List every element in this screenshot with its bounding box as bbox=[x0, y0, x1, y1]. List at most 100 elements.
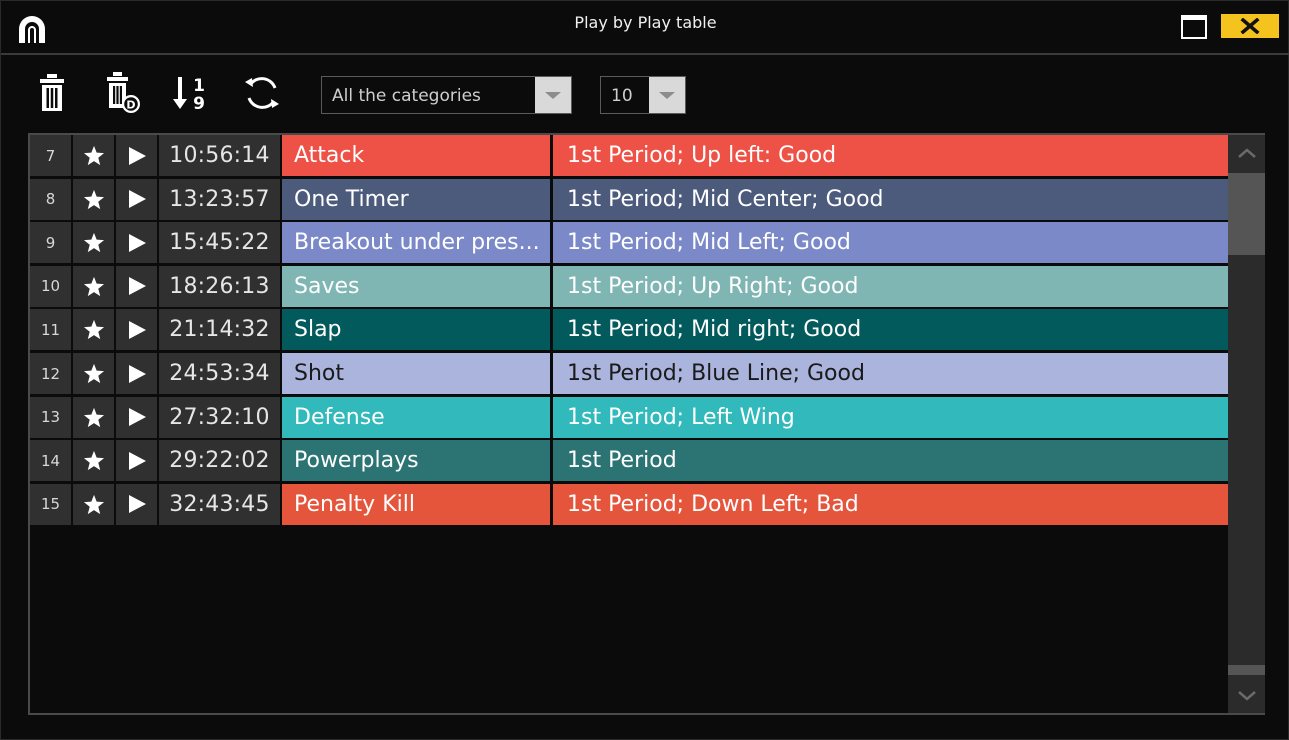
window-title: Play by Play table bbox=[574, 13, 717, 32]
favorite-button[interactable] bbox=[73, 353, 114, 394]
scroll-thumb[interactable] bbox=[1228, 173, 1265, 255]
play-icon bbox=[128, 233, 146, 252]
star-icon bbox=[83, 451, 104, 471]
table-row[interactable]: 15 32:43:45 Penalty Kill 1st Period; Down L… bbox=[30, 483, 1228, 525]
page-size-select[interactable]: 10 bbox=[600, 76, 686, 114]
trash-d-badge: D bbox=[126, 99, 135, 112]
favorite-button[interactable] bbox=[73, 178, 114, 220]
play-button[interactable] bbox=[116, 353, 157, 394]
favorite-button[interactable] bbox=[73, 222, 114, 264]
row-description: 1st Period; Mid right; Good bbox=[553, 309, 1228, 351]
chevron-down-icon bbox=[1237, 691, 1256, 701]
row-number: 13 bbox=[30, 396, 71, 438]
row-number: 7 bbox=[30, 135, 71, 176]
favorite-button[interactable] bbox=[73, 396, 114, 438]
category-filter-value: All the categories bbox=[332, 86, 481, 106]
scroll-up-button[interactable] bbox=[1228, 135, 1265, 171]
row-time: 27:32:10 bbox=[159, 396, 280, 438]
maximize-icon[interactable] bbox=[1181, 15, 1207, 39]
table-row[interactable]: 8 13:23:57 One Timer 1st Period; Mid Center… bbox=[30, 178, 1228, 220]
delete-d-button[interactable]: D bbox=[104, 72, 144, 113]
play-button[interactable] bbox=[116, 178, 157, 220]
table-row[interactable]: 14 29:22:02 Powerplays 1st Period bbox=[30, 440, 1228, 482]
favorite-button[interactable] bbox=[73, 135, 114, 176]
row-category: Breakout under pres... bbox=[282, 222, 550, 264]
title-bar: Play by Play table bbox=[1, 1, 1289, 55]
table-row[interactable]: 9 15:45:22 Breakout under pres... 1st Perio… bbox=[30, 222, 1228, 264]
row-category: Saves bbox=[282, 265, 550, 307]
play-icon bbox=[128, 146, 146, 165]
table-row[interactable]: 7 10:56:14 Attack 1st Period; Up left: Good bbox=[30, 135, 1228, 176]
chevron-down-icon[interactable] bbox=[649, 77, 685, 113]
row-number: 14 bbox=[30, 440, 71, 482]
delete-button[interactable] bbox=[35, 73, 69, 113]
play-icon bbox=[128, 190, 146, 209]
favorite-button[interactable] bbox=[73, 483, 114, 525]
star-icon bbox=[83, 145, 104, 166]
play-icon bbox=[128, 320, 146, 339]
star-icon bbox=[83, 189, 104, 209]
refresh-button[interactable] bbox=[242, 73, 282, 113]
play-button[interactable] bbox=[116, 265, 157, 307]
favorite-button[interactable] bbox=[73, 265, 114, 307]
play-button[interactable] bbox=[116, 222, 157, 264]
scroll-down-button[interactable] bbox=[1228, 677, 1265, 713]
trash-d-icon: D bbox=[107, 72, 140, 113]
close-button[interactable] bbox=[1221, 14, 1279, 38]
sort-top-digit: 1 bbox=[193, 76, 205, 96]
row-number: 9 bbox=[30, 222, 71, 264]
row-category: One Timer bbox=[282, 178, 550, 220]
trash-icon bbox=[40, 74, 64, 111]
play-icon bbox=[128, 408, 146, 427]
sort-numeric-icon: 1 9 bbox=[173, 76, 205, 113]
play-icon bbox=[128, 451, 146, 470]
star-icon bbox=[83, 320, 104, 340]
favorite-button[interactable] bbox=[73, 309, 114, 351]
play-table: 7 10:56:14 Attack 1st Period; Up left: Good… bbox=[28, 133, 1265, 715]
scroll-track-end bbox=[1228, 665, 1265, 675]
play-icon bbox=[128, 364, 146, 383]
row-time: 21:14:32 bbox=[159, 309, 280, 351]
row-description: 1st Period; Left Wing bbox=[553, 396, 1228, 438]
toolbar: D 1 9 All the categories 10 bbox=[1, 57, 1289, 133]
play-button[interactable] bbox=[116, 483, 157, 525]
sort-button[interactable]: 1 9 bbox=[173, 73, 211, 113]
row-number: 8 bbox=[30, 178, 71, 220]
row-time: 15:45:22 bbox=[159, 222, 280, 264]
play-button[interactable] bbox=[116, 309, 157, 351]
row-description: 1st Period bbox=[553, 440, 1228, 482]
play-button[interactable] bbox=[116, 135, 157, 176]
row-number: 11 bbox=[30, 309, 71, 351]
star-icon bbox=[83, 407, 104, 427]
row-category: Defense bbox=[282, 396, 550, 438]
table-row[interactable]: 11 21:14:32 Slap 1st Period; Mid right; Goo… bbox=[30, 309, 1228, 351]
star-icon bbox=[83, 363, 104, 384]
row-category: Slap bbox=[282, 309, 550, 351]
table-row[interactable]: 13 27:32:10 Defense 1st Period; Left Wing bbox=[30, 396, 1228, 438]
star-icon bbox=[83, 233, 104, 253]
sort-bottom-digit: 9 bbox=[193, 94, 205, 113]
row-description: 1st Period; Mid Center; Good bbox=[553, 178, 1228, 220]
category-filter-select[interactable]: All the categories bbox=[321, 76, 572, 114]
row-time: 13:23:57 bbox=[159, 178, 280, 220]
row-category: Penalty Kill bbox=[282, 483, 550, 525]
row-time: 18:26:13 bbox=[159, 265, 280, 307]
chevron-up-icon bbox=[1237, 148, 1256, 158]
table-row[interactable]: 12 24:53:34 Shot 1st Period; Blue Line; Goo… bbox=[30, 353, 1228, 394]
row-time: 24:53:34 bbox=[159, 353, 280, 394]
chevron-down-icon[interactable] bbox=[535, 77, 571, 113]
row-description: 1st Period; Up left: Good bbox=[553, 135, 1228, 176]
star-icon bbox=[83, 276, 104, 296]
favorite-button[interactable] bbox=[73, 440, 114, 482]
row-time: 29:22:02 bbox=[159, 440, 280, 482]
close-icon bbox=[1240, 18, 1260, 34]
row-description: 1st Period; Down Left; Bad bbox=[553, 483, 1228, 525]
play-button[interactable] bbox=[116, 396, 157, 438]
play-icon bbox=[128, 495, 146, 514]
row-description: 1st Period; Up Right; Good bbox=[553, 265, 1228, 307]
table-row[interactable]: 10 18:26:13 Saves 1st Period; Up Right; Goo… bbox=[30, 265, 1228, 307]
row-number: 10 bbox=[30, 265, 71, 307]
star-icon bbox=[83, 494, 104, 514]
play-button[interactable] bbox=[116, 440, 157, 482]
vertical-scrollbar[interactable] bbox=[1228, 135, 1265, 713]
